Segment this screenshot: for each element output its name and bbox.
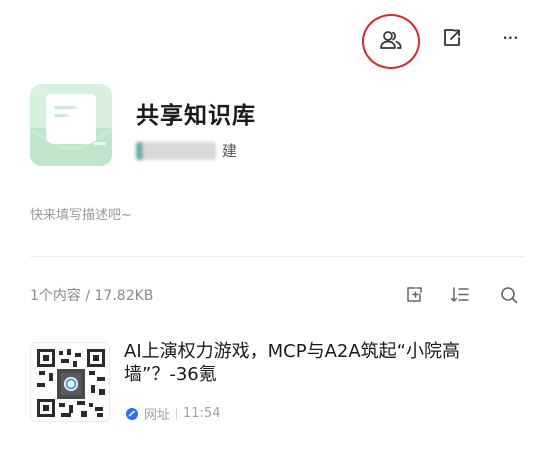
creator-suffix: 建 — [222, 142, 238, 160]
link-icon — [126, 407, 138, 420]
members-icon[interactable] — [376, 26, 406, 54]
creator-name-redacted — [136, 141, 216, 160]
search-icon[interactable] — [498, 285, 520, 305]
sort-icon[interactable] — [449, 285, 471, 305]
document-icon — [30, 84, 112, 166]
item-type: 网址 — [144, 408, 171, 423]
qr-thumbnail — [30, 342, 110, 422]
item-title[interactable]: AI上演权力游戏，MCP与A2A筑起“小院高墙”？-36氪 — [124, 340, 524, 386]
more-icon[interactable]: ··· — [496, 26, 524, 50]
creator-info: 建 — [136, 140, 237, 161]
description-placeholder[interactable]: 快来填写描述吧~ — [30, 204, 132, 223]
content-count: 1个内容 / 17.82KB — [30, 288, 154, 304]
share-icon[interactable] — [438, 24, 466, 52]
library-cover — [30, 84, 112, 166]
add-content-icon[interactable] — [403, 285, 425, 305]
item-meta: 网址 11:54 — [126, 404, 220, 423]
divider — [30, 256, 525, 257]
list-item[interactable]: AI上演权力游戏，MCP与A2A筑起“小院高墙”？-36氪 网址 11:54 — [30, 338, 530, 428]
item-time: 11:54 — [183, 406, 221, 421]
meta-separator — [176, 407, 178, 420]
library-title: 共享知识库 — [136, 103, 256, 129]
